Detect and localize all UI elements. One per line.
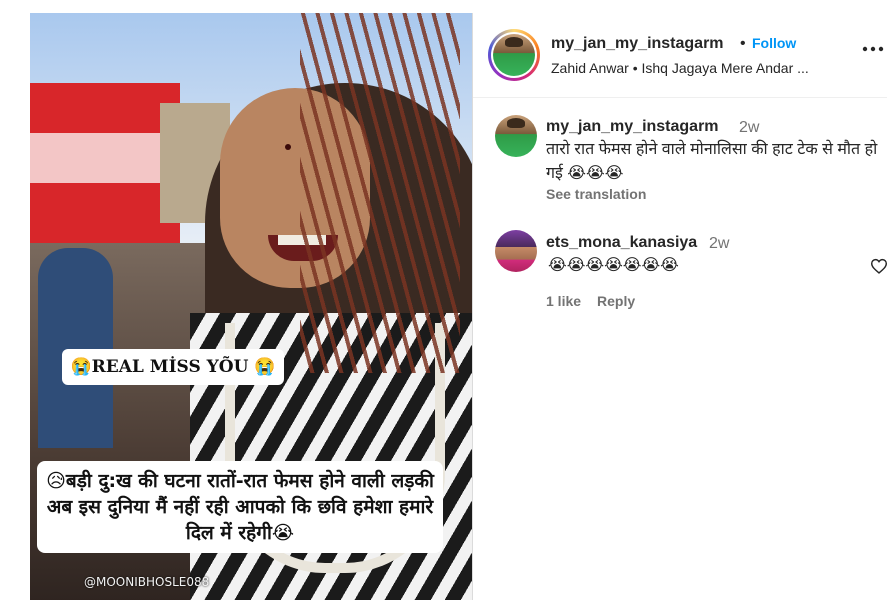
see-translation-link[interactable]: See translation: [546, 186, 646, 202]
media-bindi: [285, 144, 291, 150]
author-username[interactable]: my_jan_my_instagarm: [551, 35, 724, 53]
media-building-detail: [30, 133, 170, 183]
comment-avatar[interactable]: [495, 115, 537, 157]
media-person-left: [38, 248, 113, 448]
follow-button[interactable]: Follow: [752, 35, 796, 51]
media-caption-top: 😭REAL MİSS YÕU 😭: [62, 349, 284, 385]
more-options-icon[interactable]: [862, 38, 884, 52]
header-separator-dot: •: [740, 35, 746, 52]
comment-username[interactable]: my_jan_my_instagarm: [546, 118, 719, 136]
left-gutter: [0, 0, 30, 600]
media-caption-bottom: 😥बड़ी दु:ख की घटना रातों-रात फेमस होने व…: [37, 461, 443, 553]
heart-icon[interactable]: [870, 258, 887, 279]
media-watermark: @MOONIBHOSLE088: [84, 575, 210, 589]
reply-button[interactable]: Reply: [597, 293, 635, 309]
comment-avatar[interactable]: [495, 230, 537, 272]
audio-attribution[interactable]: Zahid Anwar • Ishq Jagaya Mere Andar ...: [551, 60, 809, 76]
comment-username[interactable]: ets_mona_kanasiya: [546, 234, 697, 252]
comment-like-count[interactable]: 1 like: [546, 293, 581, 309]
comment-time[interactable]: 2w: [709, 235, 729, 253]
media-beads: [300, 13, 460, 373]
header-divider: [473, 97, 887, 98]
panel-divider: [472, 13, 473, 600]
comment-time[interactable]: 2w: [739, 119, 759, 137]
avatar-ring-inner: [491, 32, 537, 78]
more-horizontal-icon: [862, 46, 884, 52]
comment-text: तारो रात फेमस होने वाले मोनालिसा की हाट …: [546, 141, 878, 182]
story-ring[interactable]: [488, 29, 540, 81]
comment-text: 😭😭😭😭😭😭😭: [548, 257, 679, 274]
author-avatar[interactable]: [493, 34, 535, 76]
heart-outline-icon: [870, 258, 887, 274]
